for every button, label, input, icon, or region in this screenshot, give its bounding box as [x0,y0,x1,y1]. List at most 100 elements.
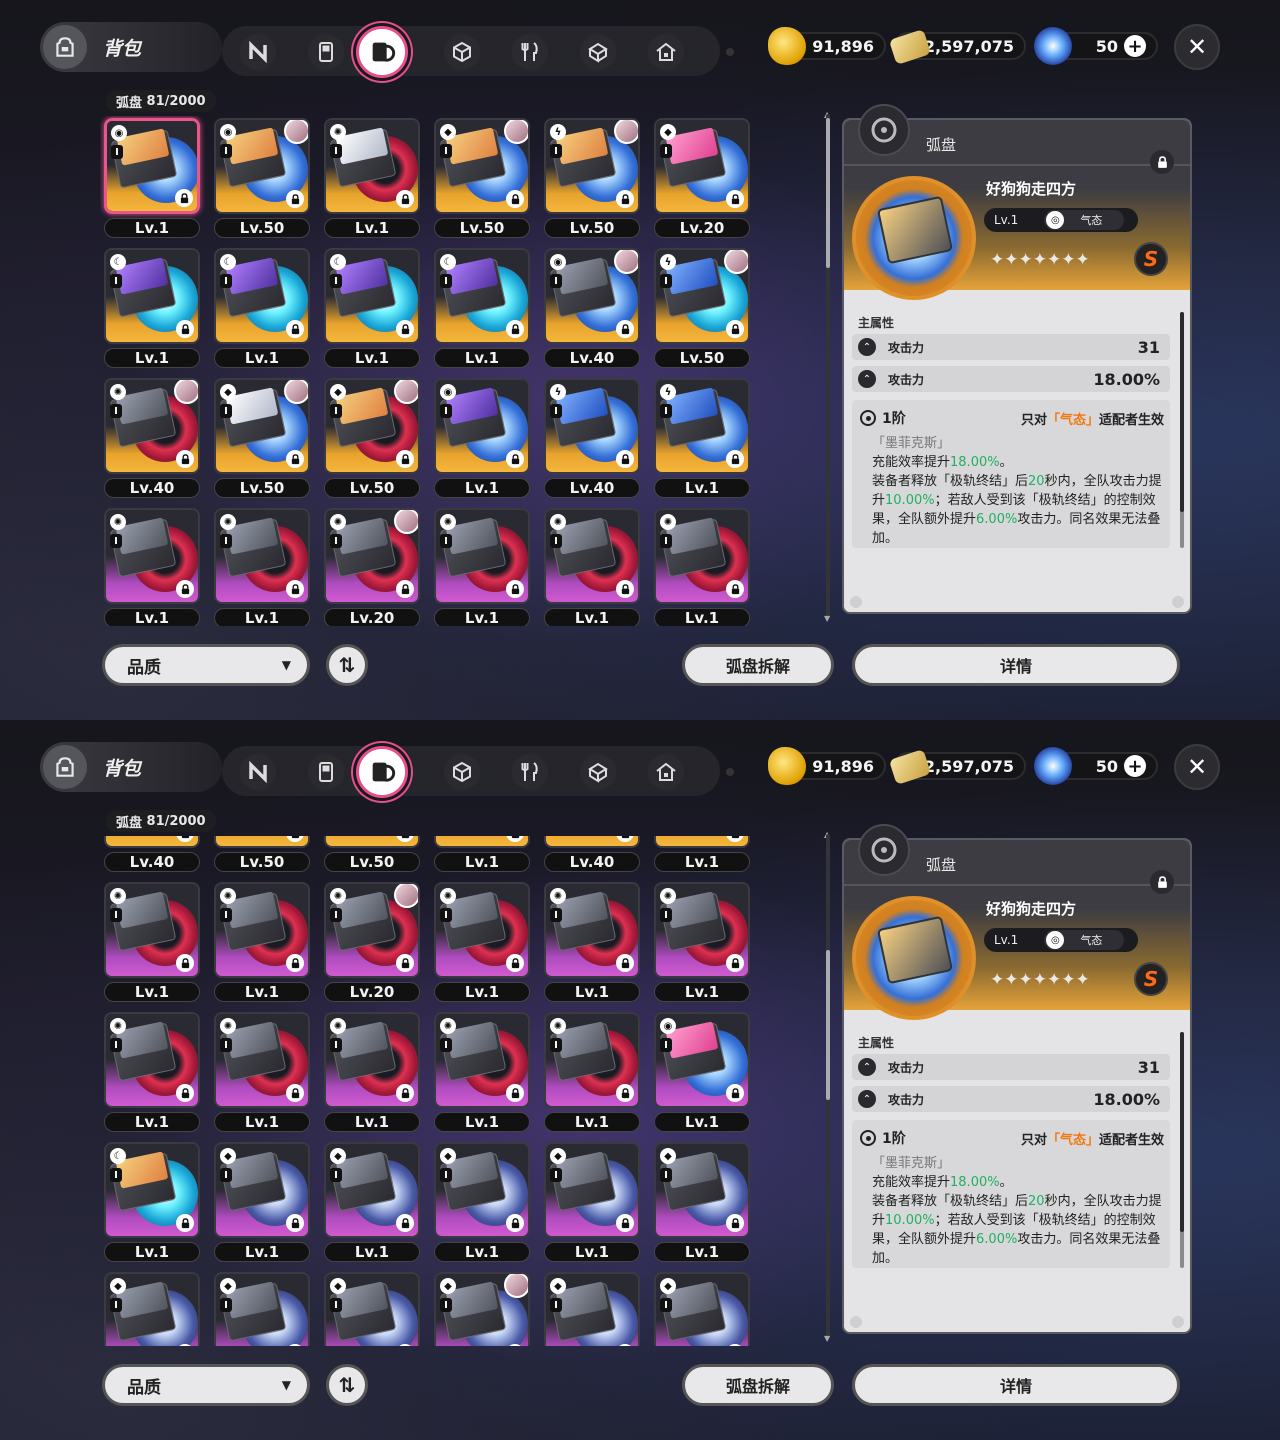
tab-box[interactable] [580,34,616,70]
lock-icon[interactable] [506,954,524,972]
lock-icon[interactable] [726,450,744,468]
disc-item[interactable]: ◆ I Lv.20 [650,116,750,240]
disc-item[interactable]: ✺ I Lv.20 [320,506,420,626]
disc-card[interactable]: ◆I [434,1142,530,1238]
grid-scroll-down-icon[interactable]: ▼ [824,615,832,623]
tab-n-logo[interactable] [240,34,276,70]
tab-disc-case[interactable] [356,26,408,78]
lock-icon[interactable] [176,954,194,972]
add-gem-button[interactable]: + [1124,755,1146,777]
disc-card[interactable]: ✺I [324,882,420,978]
disc-card[interactable]: ✺I [654,882,750,978]
disc-item[interactable]: ✺ I Lv.1 [540,1010,640,1134]
lock-icon[interactable] [286,1214,304,1232]
grid-scrollbar-thumb[interactable] [826,950,830,1100]
disc-card[interactable]: ☾ I [104,1142,200,1238]
disc-item[interactable]: ◆ I Lv.1 [650,1140,750,1264]
disc-card[interactable]: ◆I [214,378,310,474]
disc-grid[interactable]: ◉ILv.1◉ILv.50✺ILv.1◆ILv.50ϟILv.50◆ILv.20… [100,836,760,1346]
disc-card[interactable]: ☾ I [324,248,420,344]
lock-icon[interactable] [506,580,524,598]
lock-icon[interactable] [506,1214,524,1232]
tab-gameboy[interactable] [308,34,344,70]
disc-item[interactable]: ◆ I Lv.1 [540,1140,640,1264]
lock-icon[interactable] [726,190,744,208]
disc-card[interactable]: ✺I [104,882,200,978]
lock-icon[interactable] [726,580,744,598]
lock-icon[interactable] [726,1084,744,1102]
disc-card[interactable]: ◉I [434,378,530,474]
disc-card[interactable]: ◆I [654,1272,750,1346]
disc-item[interactable]: ✺ I Lv.1 [210,506,310,626]
lock-icon[interactable] [286,580,304,598]
tab-box[interactable] [580,754,616,790]
grid-scrollbar[interactable] [826,834,830,1340]
lock-icon[interactable] [396,954,414,972]
detail-lock-icon[interactable] [1150,150,1174,174]
dismantle-button[interactable]: 弧盘拆解 [682,1364,834,1406]
disc-card[interactable]: ✺I [214,882,310,978]
disc-item[interactable]: ◆ILv.50 [430,116,530,240]
details-button[interactable]: 详情 [852,1364,1180,1406]
disc-card[interactable]: ϟI [544,378,640,474]
lock-icon[interactable] [286,954,304,972]
disc-item[interactable]: ◆ I Lv.1 [430,1140,530,1264]
disc-card[interactable]: ◆I [434,118,530,214]
disc-card[interactable]: ✺I [654,508,750,604]
disc-item[interactable]: ◆ILv.50 [320,376,420,500]
disc-card[interactable]: ✺I [104,378,200,474]
disc-item[interactable]: ϟI Lv.1 [650,376,750,500]
tab-house[interactable] [648,754,684,790]
disc-item[interactable]: ✺ I Lv.1 [100,506,200,626]
disc-card[interactable]: ◆I [544,1142,640,1238]
disc-item[interactable]: ϟI Lv.1 [650,836,750,874]
disc-card[interactable]: ◆I [104,1272,200,1346]
disc-item[interactable]: ◉I Lv.1 [430,836,530,874]
disc-card[interactable]: ✺I [324,118,420,214]
grid-scrollbar[interactable] [826,114,830,620]
disc-item[interactable]: ✺ I Lv.1 [210,1010,310,1134]
lock-icon[interactable] [176,1084,194,1102]
disc-item[interactable]: ✺ I Lv.1 [100,880,200,1004]
disc-card[interactable]: ✺I [104,1012,200,1108]
disc-card[interactable]: ✺I [324,508,420,604]
lock-icon[interactable] [286,1084,304,1102]
disc-item[interactable]: ◉ I Lv.40 [540,246,640,370]
disc-card[interactable]: ◆I [324,836,420,848]
lock-icon[interactable] [286,320,304,338]
details-button[interactable]: 详情 [852,644,1180,686]
disc-item[interactable]: ◆ I Lv.1 [210,1140,310,1264]
disc-item[interactable]: ✺ I Lv.1 [320,1010,420,1134]
disc-card[interactable]: ◆I [654,118,750,214]
lock-icon[interactable] [726,954,744,972]
disc-card[interactable]: ✺I [214,1012,310,1108]
lock-icon[interactable] [616,1084,634,1102]
disc-item[interactable]: ϟI Lv.40 [540,376,640,500]
lock-icon[interactable] [616,320,634,338]
lock-icon[interactable] [286,450,304,468]
lock-icon[interactable] [506,190,524,208]
disc-card[interactable]: ☾ I [434,248,530,344]
add-gem-button[interactable]: + [1124,35,1146,57]
lock-icon[interactable] [396,1084,414,1102]
lock-icon[interactable] [726,1214,744,1232]
lock-icon[interactable] [176,450,194,468]
disc-card[interactable]: ◉I [104,118,200,214]
quality-filter-select[interactable]: 品质 ▼ [102,644,310,686]
disc-item[interactable]: ◉ I Lv.50 [210,116,310,240]
disc-item[interactable]: ◆ I [540,1270,640,1346]
disc-card[interactable]: ✺I [434,1012,530,1108]
lock-icon[interactable] [616,954,634,972]
disc-item[interactable]: ◆ILv.50 [320,836,420,874]
disc-item[interactable]: ✺ I Lv.1 [650,506,750,626]
disc-item[interactable]: ☾ I Lv.1 [430,246,530,370]
disc-item[interactable]: ☾ I Lv.1 [100,1140,200,1264]
disc-item[interactable]: ✺ I Lv.1 [540,506,640,626]
disc-item[interactable]: ◆ILv.50 [210,836,310,874]
disc-item[interactable]: ✺ I Lv.20 [320,880,420,1004]
disc-card[interactable]: ✺I [434,882,530,978]
disc-card[interactable]: ◆I [214,1272,310,1346]
lock-icon[interactable] [176,1214,194,1232]
disc-card[interactable]: ◉I [434,836,530,848]
disc-card[interactable]: ϟI [544,118,640,214]
